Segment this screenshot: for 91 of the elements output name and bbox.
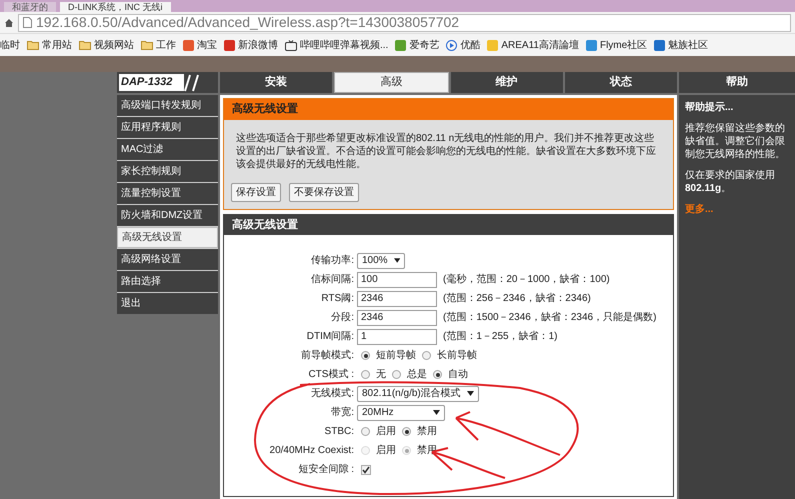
hint-text: (范围：256－2346，缺省：2346) xyxy=(443,292,591,306)
input-field[interactable]: 1 xyxy=(357,328,437,344)
field-label: STBC: xyxy=(324,425,355,439)
field-label: 分段: xyxy=(330,311,355,325)
radio-button[interactable] xyxy=(392,370,401,379)
input-field[interactable]: 2346 xyxy=(357,310,437,326)
field-label: 带宽: xyxy=(330,406,355,420)
dropdown[interactable]: 20MHz xyxy=(357,404,445,420)
sidebar-item[interactable]: 高级端口转发规则 xyxy=(117,95,218,116)
bookmark[interactable]: 淘宝 xyxy=(183,38,217,52)
bookmark[interactable]: 爱奇艺 xyxy=(395,38,440,52)
browser-tab[interactable]: 和蓝牙的 xyxy=(4,2,56,12)
sidebar-item[interactable]: MAC过滤 xyxy=(117,139,218,160)
intro-text: 这些选项适合于那些希望更改标准设置的802.11 n无线电的性能的用户。我们并不推荐更改这些设置的出厂缺省设置。不合适的设置可能会影响您的无线电的性能。缺省设置在大多数环境下应该会提供最好的无线电性能。 xyxy=(235,132,657,171)
url-text: 192.168.0.50/Advanced/Advanced_Wireless.asp?t=1430038057702 xyxy=(36,13,460,32)
field-label: 信标间隔: xyxy=(310,272,355,287)
help-text: 仅在要求的国家使用802.11g。 xyxy=(685,169,776,195)
nav-tab[interactable]: 安装 xyxy=(220,72,332,93)
field-label: DTIM间隔: xyxy=(306,330,355,344)
radio-button[interactable] xyxy=(422,351,431,360)
radio-label: 自动 xyxy=(448,368,468,382)
field-label: RTS阈: xyxy=(320,292,355,306)
bookmark[interactable]: AREA11高清論壇 xyxy=(487,38,579,52)
field-label: 无线模式: xyxy=(310,386,355,401)
nav-tab[interactable]: 维护 xyxy=(450,72,563,93)
home-icon[interactable] xyxy=(4,18,14,28)
radio-label: 短前导帧 xyxy=(376,348,416,363)
input-field[interactable]: 100 xyxy=(357,272,437,288)
bookmark[interactable]: Flyme社区 xyxy=(586,38,648,52)
hint-text: (毫秒，范围：20－1000，缺省：100) xyxy=(443,272,610,287)
slash-marks-icon xyxy=(184,74,200,92)
address-bar[interactable]: 192.168.0.50/Advanced/Advanced_Wireless.asp?t=1430038057702 xyxy=(18,14,791,32)
dropdown-caret-icon xyxy=(394,258,400,263)
help-text: 推荐您保留这些参数的缺省值。调整它们会限制您无线网络的性能。 xyxy=(685,122,786,161)
bookmark[interactable]: 优酷 xyxy=(446,38,480,52)
radio-label: 启用 xyxy=(376,444,396,458)
dropdown-caret-icon xyxy=(433,410,440,415)
model-logo: DAP-1332 xyxy=(119,74,184,91)
help-tab[interactable]: 帮助 xyxy=(679,72,795,93)
radio-label: 总是 xyxy=(407,368,427,382)
tv-icon xyxy=(285,40,297,50)
hint-text: (范围：1500－2346，缺省：2346，只能是偶数) xyxy=(443,310,656,325)
radio-label: 启用 xyxy=(376,424,396,439)
field-label: 前导帧模式: xyxy=(300,348,355,363)
intro-title: 高级无线设置 xyxy=(224,99,673,120)
save-option-button[interactable]: 不要保存设置 xyxy=(289,183,359,202)
bookmark[interactable]: 哔哩哔哩弹幕视频... xyxy=(285,38,388,52)
hint-text: (范围：1－255，缺省：1) xyxy=(443,330,558,344)
field-label: CTS模式 : xyxy=(307,368,355,382)
sidebar-item[interactable]: 路由选择 xyxy=(117,271,218,292)
bookmark[interactable]: 常用站 xyxy=(27,38,72,52)
browser-tab[interactable]: D-LINK系统，INC 无线i xyxy=(60,2,171,12)
help-title: 帮助提示... xyxy=(685,101,734,114)
sidebar-item[interactable]: 退出 xyxy=(117,293,218,314)
play-circle-icon xyxy=(446,40,458,50)
radio-label: 长前导帧 xyxy=(437,348,477,363)
field-label: 短安全间隙 : xyxy=(297,462,355,477)
dropdown-caret-icon xyxy=(467,391,474,396)
field-label: 传输功率: xyxy=(310,254,355,268)
save-option-button[interactable]: 保存设置 xyxy=(231,183,281,202)
sidebar-item[interactable]: 高级网络设置 xyxy=(117,249,218,270)
radio-button[interactable] xyxy=(433,370,442,379)
dropdown[interactable]: 802.11(n/g/b)混合模式 xyxy=(357,386,479,402)
folder-icon xyxy=(27,40,39,50)
field-label: 20/40MHz Coexist: xyxy=(268,444,355,458)
more-link[interactable]: 更多... xyxy=(685,203,789,216)
sidebar-item[interactable]: 防火墙和DMZ设置 xyxy=(117,205,218,226)
folder-icon xyxy=(79,40,91,50)
settings-title: 高级无线设置 xyxy=(224,215,673,235)
sidebar-item[interactable]: 高级无线设置 xyxy=(117,227,218,248)
page-icon xyxy=(23,17,32,28)
bookmark[interactable]: 视频网站 xyxy=(79,38,134,52)
radio-button[interactable] xyxy=(361,427,370,436)
checkbox[interactable] xyxy=(361,464,371,474)
dropdown[interactable]: 100% xyxy=(357,252,405,268)
nav-tab[interactable]: 高级 xyxy=(334,72,448,93)
bookmark[interactable]: 魅族社区 xyxy=(654,38,708,52)
input-field[interactable]: 2346 xyxy=(357,290,437,306)
bookmark[interactable]: 临时 xyxy=(0,38,20,52)
radio-label: 无 xyxy=(376,368,386,382)
radio-button[interactable] xyxy=(361,370,370,379)
folder-icon xyxy=(141,40,153,50)
bookmark[interactable]: 新浪微博 xyxy=(224,38,278,52)
bookmark[interactable]: 工作 xyxy=(141,38,176,52)
nav-tab[interactable]: 状态 xyxy=(564,72,677,93)
sidebar-item[interactable]: 流量控制设置 xyxy=(117,183,218,204)
sidebar-item[interactable]: 应用程序规则 xyxy=(117,117,218,138)
radio-button[interactable] xyxy=(361,351,370,360)
radio-label: 禁用 xyxy=(417,424,437,439)
sidebar-item[interactable]: 家长控制规则 xyxy=(117,161,218,182)
radio-button[interactable] xyxy=(402,427,411,436)
